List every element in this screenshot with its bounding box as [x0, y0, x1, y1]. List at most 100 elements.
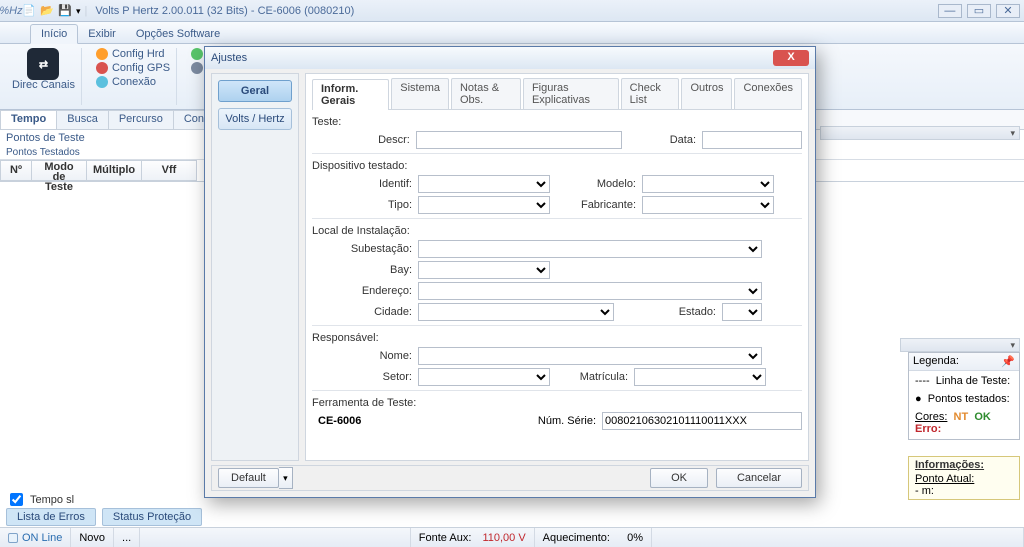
dialog-main: Inform. Gerais Sistema Notas & Obs. Figu… — [305, 73, 809, 461]
ajustes-dialog: Ajustes X Geral Volts / Hertz Inform. Ge… — [204, 46, 816, 498]
section-teste: Teste: — [312, 116, 802, 128]
gear-icon — [96, 48, 108, 60]
link-icon — [96, 76, 108, 88]
select-modelo[interactable] — [642, 175, 774, 193]
quick-dropdown-icon[interactable] — [76, 5, 81, 17]
tab-inicio[interactable]: Início — [30, 24, 78, 44]
tab-checklist[interactable]: Check List — [621, 78, 680, 109]
panel-collapse-top[interactable] — [820, 126, 1020, 140]
status-fonteaux: Fonte Aux: 110,00 V — [411, 528, 535, 547]
label-identif: Identif: — [312, 178, 412, 190]
section-local: Local de Instalação: — [312, 225, 802, 237]
bottom-tabs: Lista de Erros Status Proteção — [6, 508, 202, 526]
tab-outros[interactable]: Outros — [681, 78, 732, 109]
ok-button[interactable]: OK — [650, 468, 708, 488]
select-setor[interactable] — [418, 368, 550, 386]
tab-opcoes[interactable]: Opções Software — [126, 25, 230, 43]
status-aquec: Aquecimento: 0% — [535, 528, 652, 547]
label-descr: Descr: — [312, 134, 410, 146]
col-n[interactable]: Nº — [0, 160, 32, 181]
label-bay: Bay: — [312, 264, 412, 276]
tab-busca[interactable]: Busca — [56, 110, 109, 129]
select-cidade[interactable] — [418, 303, 614, 321]
tab-status-protecao[interactable]: Status Proteção — [102, 508, 202, 526]
gps-icon — [96, 62, 108, 74]
open-icon[interactable]: 📂 — [40, 4, 54, 18]
close-button[interactable]: ✕ — [996, 4, 1020, 18]
ribbon-tabs: Início Exibir Opções Software — [0, 22, 1024, 44]
select-fabricante[interactable] — [642, 196, 774, 214]
col-vff[interactable]: Vff — [141, 160, 197, 181]
conexao-button[interactable]: Conexão — [96, 76, 170, 88]
status-novo: Novo — [71, 528, 114, 547]
cancel-button[interactable]: Cancelar — [716, 468, 802, 488]
input-data[interactable] — [702, 131, 802, 149]
select-nome[interactable] — [418, 347, 762, 365]
chevron-down-icon — [1010, 339, 1015, 351]
goose-icon — [191, 48, 203, 60]
label-subestacao: Subestação: — [312, 243, 412, 255]
dialog-tabs: Inform. Gerais Sistema Notas & Obs. Figu… — [312, 78, 802, 110]
legend-linha: ---- Linha de Teste: — [915, 375, 1013, 387]
tempo-checkbox[interactable] — [10, 493, 23, 506]
tab-sistema[interactable]: Sistema — [391, 78, 449, 109]
select-identif[interactable] — [418, 175, 550, 193]
select-subestacao[interactable] — [418, 240, 762, 258]
sv-icon — [191, 62, 203, 74]
tool-name: CE-6006 — [318, 415, 361, 427]
col-multiplo[interactable]: Múltiplo — [86, 160, 142, 181]
input-descr[interactable] — [416, 131, 622, 149]
input-numserie[interactable] — [602, 412, 802, 430]
side-tab-geral[interactable]: Geral — [218, 80, 292, 102]
conexao-label: Conexão — [112, 76, 156, 88]
legend-title: Legenda: — [913, 355, 959, 368]
label-matricula: Matrícula: — [556, 371, 628, 383]
tab-lista-erros[interactable]: Lista de Erros — [6, 508, 96, 526]
dialog-sidebar: Geral Volts / Hertz — [211, 73, 299, 461]
info-ponto-atual: Ponto Atual: — [915, 473, 1013, 485]
tab-conexoes[interactable]: Conexões — [734, 78, 802, 109]
legend-pontos: ● Pontos testados: — [915, 393, 1013, 405]
default-dropdown[interactable] — [279, 467, 293, 489]
panel-collapse-mid[interactable] — [900, 338, 1020, 352]
tempo-checkbox-label: Tempo sl — [30, 494, 74, 506]
save-icon[interactable]: 💾 — [58, 4, 72, 18]
direc-canais-button[interactable]: ⇄ Direc Canais — [12, 48, 75, 91]
tab-notas[interactable]: Notas & Obs. — [451, 78, 521, 109]
status-online: ON Line — [0, 528, 71, 547]
info-m: - m: — [915, 485, 1013, 497]
select-estado[interactable] — [722, 303, 762, 321]
config-hrd-button[interactable]: Config Hrd — [96, 48, 170, 60]
info-box: Informações: Ponto Atual: - m: — [908, 456, 1020, 500]
side-tab-volts-hertz[interactable]: Volts / Hertz — [218, 108, 292, 130]
minimize-button[interactable]: — — [938, 4, 962, 18]
dialog-footer: Default OK Cancelar — [211, 465, 809, 491]
maximize-button[interactable]: ▭ — [967, 4, 991, 18]
label-cidade: Cidade: — [312, 306, 412, 318]
select-tipo[interactable] — [418, 196, 550, 214]
tab-inform-gerais[interactable]: Inform. Gerais — [312, 79, 389, 110]
dialog-title: Ajustes — [211, 52, 247, 64]
label-data: Data: — [628, 134, 697, 146]
chevron-down-icon — [1010, 127, 1015, 139]
config-gps-button[interactable]: Config GPS — [96, 62, 170, 74]
tab-exibir[interactable]: Exibir — [78, 25, 126, 43]
section-dispositivo: Dispositivo testado: — [312, 160, 802, 172]
col-modo[interactable]: Modo de Teste — [31, 160, 87, 181]
tab-figuras[interactable]: Figuras Explicativas — [523, 78, 619, 109]
tab-tempo[interactable]: Tempo — [0, 110, 57, 129]
window-buttons: — ▭ ✕ — [936, 4, 1020, 18]
direc-canais-label: Direc Canais — [12, 80, 75, 91]
label-setor: Setor: — [312, 371, 412, 383]
info-title: Informações: — [915, 459, 1013, 471]
legend-pin-icon[interactable]: 📌 — [1001, 355, 1015, 368]
default-button[interactable]: Default — [218, 468, 279, 488]
config-gps-label: Config GPS — [112, 62, 170, 74]
label-numserie: Núm. Série: — [538, 415, 596, 427]
select-bay[interactable] — [418, 261, 550, 279]
select-matricula[interactable] — [634, 368, 766, 386]
dialog-close-button[interactable]: X — [773, 50, 809, 66]
tab-percurso[interactable]: Percurso — [108, 110, 174, 129]
select-endereco[interactable] — [418, 282, 762, 300]
new-icon[interactable]: 📄 — [22, 4, 36, 18]
